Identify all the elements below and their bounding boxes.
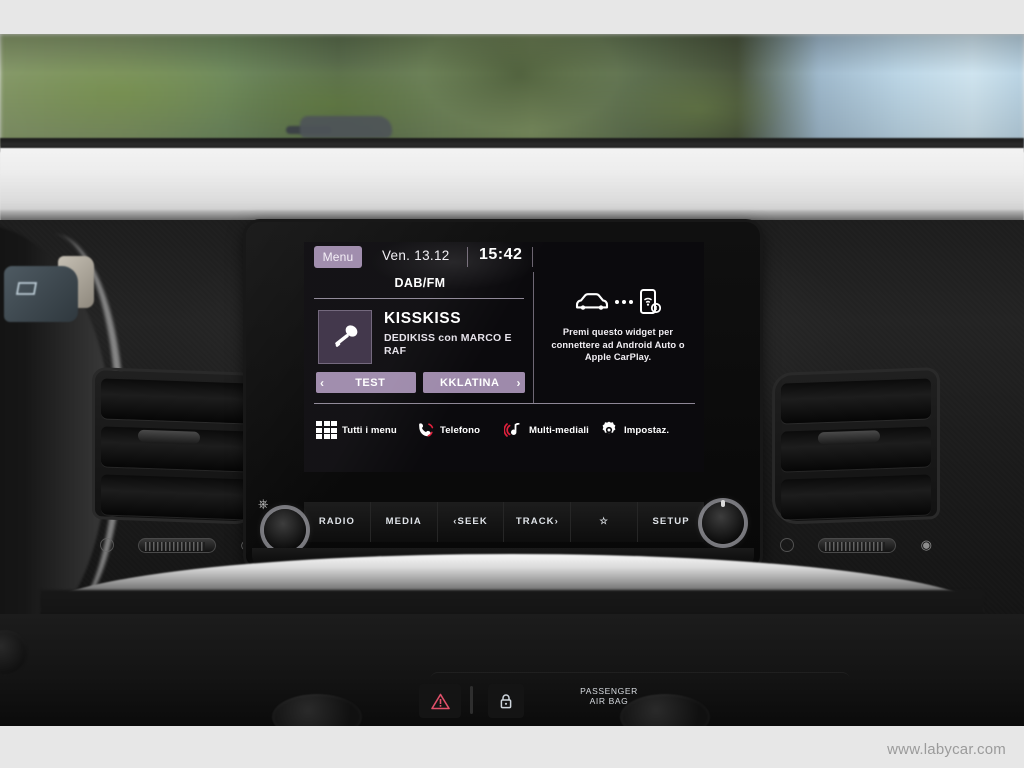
vent-louver — [781, 378, 931, 424]
vent-dot-icon — [780, 538, 794, 552]
media-button[interactable]: MEDIA — [371, 502, 438, 542]
tune-knob[interactable] — [702, 500, 744, 544]
display-icon — [16, 282, 38, 295]
audio-source-label: DAB/FM — [394, 276, 446, 290]
dashboard-scene: ◉ ◉ Menu Ven. 13.12 15:42 — [0, 34, 1024, 726]
rearview-mirror-mount — [300, 116, 392, 138]
panel-divider-vertical — [533, 272, 534, 403]
shortcuts-rule — [314, 403, 695, 404]
preset-button-next[interactable]: KKLATINA › — [423, 372, 525, 393]
hardware-button-strip: RADIO MEDIA ‹SEEK TRACK› ☆ SETUP — [304, 502, 704, 542]
status-divider — [467, 247, 468, 267]
door-lock-icon — [500, 693, 512, 708]
vent-louver — [101, 474, 251, 520]
preset-label: TEST — [355, 376, 386, 389]
vent-control-left[interactable]: ◉ — [92, 532, 260, 558]
vent-slider[interactable] — [818, 537, 897, 553]
carplay-icon-row — [575, 288, 661, 316]
shortcut-label: Impostaz. — [624, 424, 670, 436]
knob-indicator — [721, 500, 725, 507]
track-button[interactable]: TRACK› — [504, 502, 572, 542]
letterbox-bottom — [0, 726, 1024, 768]
microphone-icon — [335, 325, 358, 347]
vent-louver — [101, 378, 251, 424]
music-note-icon — [504, 422, 520, 437]
hazard-triangle-icon — [430, 693, 450, 709]
steering-wheel-button[interactable] — [4, 266, 78, 322]
favorite-star-button[interactable]: ☆ — [571, 502, 639, 542]
infotainment-screen[interactable]: Menu Ven. 13.12 15:42 DAB/FM KISSKISS DE… — [304, 242, 704, 472]
preset-button-prev[interactable]: ‹ TEST — [316, 372, 416, 393]
windshield-shading — [0, 34, 1024, 146]
letterbox-top — [0, 0, 1024, 34]
station-artwork — [318, 310, 372, 364]
grid-icon — [316, 421, 337, 439]
power-icon: ⎈ — [258, 496, 269, 511]
watermark: www.labycar.com — [887, 741, 1006, 758]
program-text: DEDIKISS con MARCO E RAF — [384, 332, 512, 357]
setup-button[interactable]: SETUP — [638, 502, 704, 542]
central-lock-button[interactable] — [488, 684, 524, 718]
radio-button[interactable]: RADIO — [304, 502, 371, 542]
vent-direction-knob[interactable] — [817, 430, 880, 445]
status-bar: Menu Ven. 13.12 15:42 — [304, 242, 704, 272]
hazard-light-button[interactable] — [419, 684, 461, 718]
phone-icon — [419, 422, 434, 437]
radio-panel-rule — [314, 298, 524, 299]
carplay-hint-text: Premi questo widget per connettere ad An… — [551, 327, 685, 362]
shortcut-multimedia[interactable]: Multi-mediali — [504, 420, 589, 440]
shortcut-settings[interactable]: Impostaz. — [599, 420, 669, 440]
dash-top-surface — [0, 148, 1024, 218]
air-vent-left[interactable] — [92, 367, 260, 525]
shortcut-label: Tutti i menu — [342, 424, 397, 436]
station-name: KISSKISS — [384, 310, 462, 327]
status-divider-2 — [532, 247, 533, 267]
shortcut-label: Multi-mediali — [529, 424, 589, 436]
airbag-label-line1: PASSENGER — [580, 686, 638, 696]
chevron-right-icon: › — [516, 375, 521, 390]
vent-control-right[interactable]: ◉ — [772, 532, 940, 558]
vent-close-icon: ◉ — [920, 537, 932, 552]
shortcut-phone[interactable]: Telefono — [416, 421, 480, 440]
status-date: Ven. 13.12 — [382, 248, 450, 263]
shortcut-bar: Tutti i menu Telefono Multi-mediali Impo… — [304, 410, 704, 450]
car-icon — [575, 293, 609, 310]
smartphone-icon — [640, 289, 661, 314]
status-time: 15:42 — [479, 246, 523, 263]
panel-slot — [470, 686, 473, 714]
car-interior-photo: ◉ ◉ Menu Ven. 13.12 15:42 — [0, 0, 1024, 768]
dots-icon — [615, 300, 633, 304]
vent-slider[interactable] — [138, 537, 217, 553]
gear-icon — [602, 421, 616, 434]
carplay-widget[interactable]: Premi questo widget per connettere ad An… — [540, 280, 696, 398]
shortcut-all-menus[interactable]: Tutti i menu — [316, 421, 397, 439]
chevron-left-icon: ‹ — [320, 375, 325, 390]
power-volume-knob[interactable] — [264, 509, 306, 551]
air-vent-right[interactable] — [772, 367, 940, 525]
vent-louver — [781, 474, 931, 520]
menu-button[interactable]: Menu — [314, 246, 362, 268]
shortcut-label: Telefono — [440, 424, 481, 436]
preset-label: KKLATINA — [440, 376, 500, 389]
vent-dot-icon — [100, 538, 114, 552]
seek-button[interactable]: ‹SEEK — [438, 502, 505, 542]
vent-direction-knob[interactable] — [137, 429, 200, 444]
